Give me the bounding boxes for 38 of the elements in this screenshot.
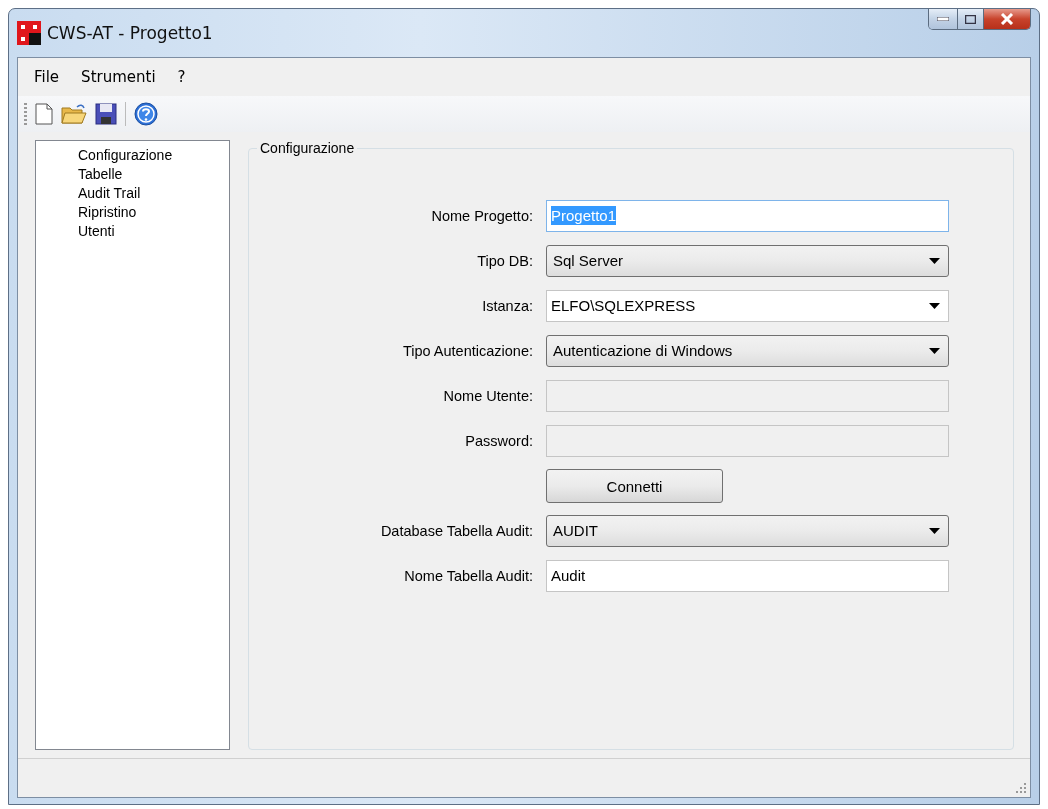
field-label: Istanza: (481, 297, 533, 314)
help-icon[interactable] (134, 102, 158, 126)
field-label: Database Tabella Audit: (379, 522, 533, 539)
field-label: Nome Utente: (442, 387, 533, 404)
dropdown-arrow-icon[interactable] (929, 527, 940, 534)
dropdown[interactable]: Autenticazione di Windows (546, 334, 949, 367)
field-label: Tipo DB: (476, 252, 533, 269)
dropdown[interactable]: Sql Server (546, 244, 949, 277)
close-icon (1000, 13, 1014, 25)
navigation-item[interactable]: Audit Trail (74, 184, 145, 203)
menu-item[interactable]: Strumenti (71, 66, 166, 88)
minimize-icon (937, 17, 949, 21)
dropdown[interactable]: AUDIT (546, 514, 949, 547)
navigation-item[interactable]: Tabelle (74, 165, 127, 184)
combo-box[interactable]: ELFO\SQLEXPRESS (546, 289, 949, 322)
text-field[interactable]: Audit (546, 559, 949, 592)
new-file-icon[interactable] (35, 103, 53, 125)
dropdown-arrow-icon[interactable] (929, 257, 940, 264)
group-title: Configurazione (257, 140, 358, 156)
maximize-button[interactable] (957, 9, 983, 29)
maximize-icon (965, 14, 976, 24)
menu-item[interactable]: ? (167, 66, 196, 88)
field-label: Nome Tabella Audit: (403, 567, 533, 584)
navigation-item[interactable]: Ripristino (74, 203, 141, 222)
field-label: Tipo Autenticazione: (401, 342, 533, 359)
navigation-item[interactable]: Configurazione (74, 146, 177, 165)
menu-item[interactable]: File (24, 66, 70, 88)
app-logo-icon (17, 21, 41, 45)
folder-icon[interactable] (61, 103, 87, 125)
dropdown-arrow-icon[interactable] (929, 302, 940, 309)
field-label: Nome Progetto: (430, 207, 533, 224)
connect-button[interactable]: Connetti (546, 469, 723, 503)
field-label: Password: (464, 432, 533, 449)
close-button[interactable] (983, 9, 1030, 29)
window-title: CWS-AT - Progetto1 (47, 23, 213, 43)
navigation-item[interactable]: Utenti (74, 222, 119, 241)
resize-grip-icon[interactable] (1015, 782, 1027, 794)
dropdown-arrow-icon[interactable] (929, 347, 940, 354)
